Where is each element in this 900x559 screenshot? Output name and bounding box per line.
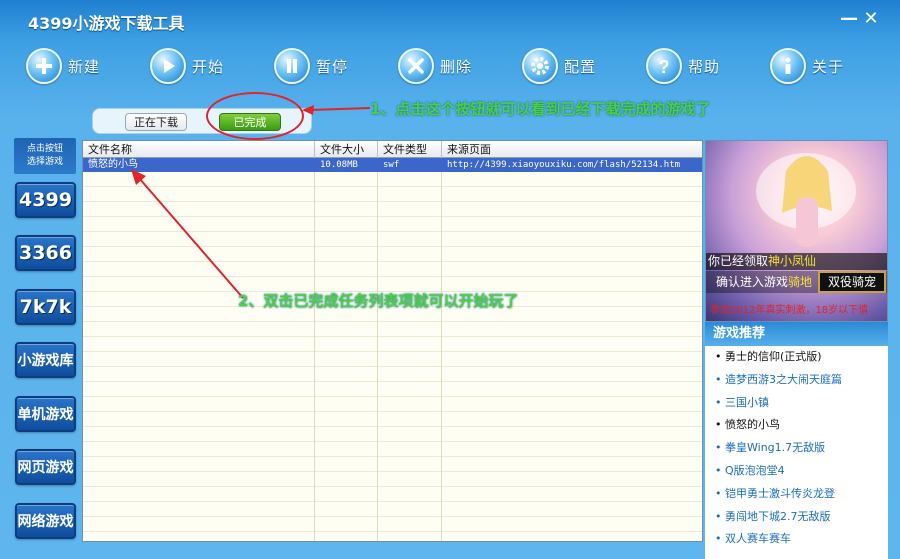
ad-line-1: 你已经领取神小凤仙 — [706, 253, 887, 270]
recommend-label: 造梦西游3之大闹天庭篇 — [725, 372, 842, 386]
column-header-filesize[interactable]: 文件大小 — [315, 141, 378, 158]
sidebar-item-single-player[interactable]: 单机游戏 — [15, 396, 76, 432]
help-button[interactable]: ? 帮助 — [646, 44, 720, 88]
help-label: 帮助 — [688, 57, 721, 76]
instruction-step-2: 2、双击已完成任务列表项就可以开始玩了 — [238, 292, 519, 310]
sidebar-item-online-games[interactable]: 网络游戏 — [15, 503, 76, 539]
list-header: 文件名称 文件大小 文件类型 来源页面 — [83, 141, 702, 158]
gear-icon — [522, 48, 558, 84]
instruction-step-1: 1、点击这个按钮就可以看到已经下载完成的游戏了 — [370, 100, 711, 118]
game-recommendations: 游戏推荐 • 勇士的信仰(正式版) • 造梦西游3之大闹天庭篇 • 三国小镇 •… — [705, 322, 888, 559]
column-divider — [314, 158, 315, 541]
list-item[interactable]: • 勇士的信仰(正式版) — [705, 346, 888, 369]
sidebar-item-web-games[interactable]: 网页游戏 — [15, 449, 76, 485]
recommend-title: 游戏推荐 — [705, 322, 888, 346]
sidebar-header-line1: 点击按钮 — [26, 144, 63, 154]
sidebar-header: 点击按钮 选择游戏 — [14, 138, 76, 174]
sidebar-item-3366[interactable]: 3366 — [15, 235, 76, 271]
column-header-filename[interactable]: 文件名称 — [83, 141, 315, 158]
pause-button[interactable]: 暂停 — [274, 44, 348, 88]
new-button[interactable]: 新建 — [26, 44, 100, 88]
start-label: 开始 — [192, 57, 225, 76]
plus-icon — [26, 48, 62, 84]
about-label: 关于 — [812, 57, 845, 76]
ad-line-3: 参加2012年真实刺激，18岁以下慎 — [710, 305, 869, 316]
highlight-circle — [206, 92, 304, 140]
list-item[interactable]: • 造梦西游3之大闹天庭篇 — [705, 369, 888, 392]
pause-icon — [274, 48, 310, 84]
toolbar: 新建 开始 暂停 删除 配置 ? 帮助 关于 — [0, 44, 900, 90]
recommend-label: 拳皇Wing1.7无敌版 — [725, 441, 826, 455]
delete-button[interactable]: 删除 — [398, 44, 472, 88]
recommend-label: 双人赛车赛车 — [725, 532, 791, 546]
list-item[interactable]: • 拳皇Wing1.7无敌版 — [705, 437, 888, 460]
info-icon — [770, 48, 806, 84]
new-label: 新建 — [68, 57, 101, 76]
tab-downloading[interactable]: 正在下载 — [125, 113, 187, 131]
app-title: 4399小游戏下载工具 — [28, 14, 185, 33]
ad-banner[interactable]: 你已经领取神小凤仙 确认进入游戏骑地 双役骑宠 参加2012年真实刺激，18岁以… — [705, 140, 888, 322]
ad-button[interactable]: 双役骑宠 — [818, 271, 886, 293]
sidebar-item-4399[interactable]: 4399 — [15, 182, 76, 218]
app-window: 4399小游戏下载工具 — ✕ 新建 开始 暂停 删除 配置 ? 帮助 关于 正… — [0, 0, 900, 559]
ad-line-1-highlight: 神小凤仙 — [768, 254, 817, 268]
recommend-label: Q版泡泡堂4 — [725, 463, 785, 477]
start-button[interactable]: 开始 — [150, 44, 224, 88]
ad-line-1-prefix: 你已经领取 — [708, 254, 769, 268]
list-item[interactable]: • Q版泡泡堂4 — [705, 460, 888, 483]
recommend-label: 铠甲勇士激斗传炎龙登 — [725, 486, 835, 500]
list-item[interactable]: • 双人赛车赛车 — [705, 528, 888, 551]
arrow-to-completed-tab — [302, 105, 371, 115]
config-button[interactable]: 配置 — [522, 44, 596, 88]
sidebar-item-mini-games[interactable]: 小游戏库 — [15, 342, 76, 378]
close-button[interactable]: ✕ — [862, 10, 880, 28]
recommend-label: 三国小镇 — [725, 395, 769, 409]
sidebar-header-line2: 选择游戏 — [26, 157, 63, 167]
list-item[interactable]: • 愤怒的小鸟 — [705, 414, 888, 437]
column-divider — [441, 158, 442, 541]
config-label: 配置 — [564, 57, 597, 76]
cell-filesize: 10.08MB — [320, 160, 358, 170]
svg-text:?: ? — [659, 57, 670, 77]
cell-source: http://4399.xiaoyouxiku.com/flash/52134.… — [447, 160, 680, 170]
column-header-filetype[interactable]: 文件类型 — [378, 141, 442, 158]
column-header-source[interactable]: 来源页面 — [442, 141, 702, 158]
list-item[interactable]: • 勇闯地下城2.7无敌版 — [705, 506, 888, 529]
sidebar-item-7k7k[interactable]: 7k7k — [15, 289, 76, 325]
ad-character-image — [756, 153, 856, 247]
cell-filetype: swf — [383, 160, 400, 170]
about-button[interactable]: 关于 — [770, 44, 844, 88]
minimize-button[interactable]: — — [840, 10, 858, 28]
recommend-label: 勇士的信仰(正式版) — [725, 350, 822, 363]
play-icon — [150, 48, 186, 84]
recommend-label: 愤怒的小鸟 — [725, 418, 780, 432]
list-item[interactable]: • 铠甲勇士激斗传炎龙登 — [705, 483, 888, 506]
recommend-label: 勇闯地下城2.7无敌版 — [725, 509, 831, 523]
column-divider — [377, 158, 378, 541]
delete-label: 删除 — [440, 57, 473, 76]
pause-label: 暂停 — [316, 57, 349, 76]
delete-icon — [398, 48, 434, 84]
ad-line-2-prefix: 确认进入游戏 — [716, 275, 789, 289]
game-site-sidebar: 点击按钮 选择游戏 4399 3366 7k7k 小游戏库 单机游戏 网页游戏 … — [0, 138, 82, 559]
list-item[interactable]: • 三国小镇 — [705, 392, 888, 415]
recommend-list: • 勇士的信仰(正式版) • 造梦西游3之大闹天庭篇 • 三国小镇 • 愤怒的小… — [705, 346, 888, 551]
help-icon: ? — [646, 48, 682, 84]
ad-line-2-highlight: 骑地 — [788, 275, 813, 289]
title-bar: 4399小游戏下载工具 — ✕ — [0, 0, 900, 40]
arrow-to-row — [131, 169, 244, 299]
